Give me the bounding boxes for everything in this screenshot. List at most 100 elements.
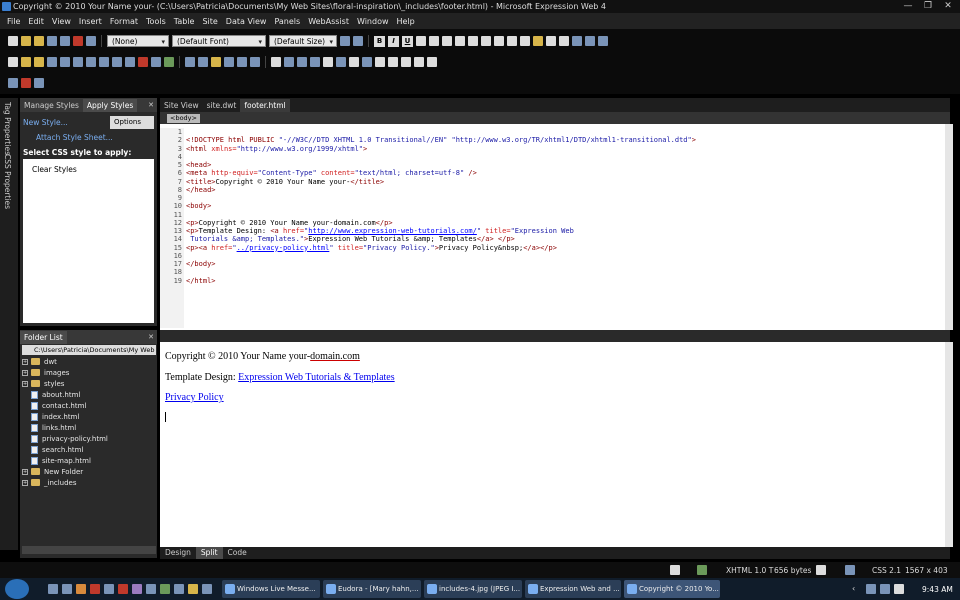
insert-picture-icon[interactable] [572, 36, 582, 46]
clock[interactable]: 9:43 AM [922, 585, 953, 594]
tab-design[interactable]: Design [160, 547, 196, 559]
menu-view[interactable]: View [48, 17, 75, 26]
quicklaunch-icon[interactable] [146, 584, 156, 594]
redo-icon[interactable] [250, 57, 260, 67]
menu-insert[interactable]: Insert [75, 17, 106, 26]
file-item[interactable]: site-map.html [22, 455, 156, 466]
body-tag-selector[interactable]: <body> [167, 114, 200, 123]
css-properties-tab[interactable]: CSS Properties [3, 154, 12, 209]
quicklaunch-icon[interactable] [188, 584, 198, 594]
folder-list-icon[interactable] [284, 57, 294, 67]
italic-button[interactable]: I [388, 35, 399, 47]
undo-icon[interactable] [237, 57, 247, 67]
folder-item[interactable]: + _includes [22, 477, 156, 488]
insert-table-icon[interactable] [559, 36, 569, 46]
folder-item[interactable]: + styles [22, 378, 156, 389]
style-combo[interactable]: (None) [107, 35, 169, 48]
preview-browser-icon[interactable] [151, 57, 161, 67]
align-center-icon[interactable] [429, 36, 439, 46]
css-version-status[interactable]: CSS 2.1 [872, 566, 901, 575]
code-view[interactable]: 1 2 3 4 5 6 7 8 9 10 11 12 13 14 15 16 17 18 19 <!DOCTYPE … [160, 124, 945, 330]
folder-root[interactable]: C:\Users\Patricia\Documents\My Web Sites [22, 345, 156, 355]
decrease-indent-icon[interactable] [494, 36, 504, 46]
menu-help[interactable]: Help [393, 17, 419, 26]
font-color-icon[interactable] [546, 36, 556, 46]
open-icon[interactable] [21, 57, 31, 67]
page-icon[interactable] [670, 565, 680, 575]
code-text[interactable]: <!DOCTYPE html PUBLIC "-//W3C//DTD XHTML… [186, 128, 946, 310]
quicklaunch-icon[interactable] [48, 584, 58, 594]
tab-manage-styles[interactable]: Manage Styles [20, 99, 83, 112]
taskbar-eudora[interactable]: Eudora - [Mary hahn,... [323, 580, 421, 598]
new-icon[interactable] [8, 57, 18, 67]
options-button[interactable]: Options [110, 116, 154, 129]
quicklaunch-icon[interactable] [104, 584, 114, 594]
format-painter-icon[interactable] [224, 57, 234, 67]
globe-icon[interactable] [112, 57, 122, 67]
clear-icon[interactable] [427, 57, 437, 67]
taskbar-messenger[interactable]: Windows Live Messe... [222, 580, 320, 598]
binoculars-icon[interactable] [73, 57, 83, 67]
sp-icon[interactable] [138, 57, 148, 67]
font-size-combo[interactable]: (Default Size) [269, 35, 337, 48]
webassist-icon[interactable] [34, 78, 44, 88]
quicklaunch-icon[interactable] [90, 584, 100, 594]
numbered-list-icon[interactable] [468, 36, 478, 46]
save-icon[interactable] [60, 57, 70, 67]
menu-window[interactable]: Window [353, 17, 393, 26]
tray-icon[interactable] [880, 584, 890, 594]
maximize-button[interactable]: ❐ [918, 0, 938, 12]
new-style-link[interactable]: New Style... [23, 118, 68, 127]
align-left-icon[interactable] [416, 36, 426, 46]
open-site-icon[interactable] [34, 57, 44, 67]
quicklaunch-icon[interactable] [160, 584, 170, 594]
save-icon[interactable] [47, 36, 57, 46]
layers-icon[interactable] [297, 57, 307, 67]
menu-edit[interactable]: Edit [24, 17, 48, 26]
visual-aids-icon[interactable] [816, 565, 826, 575]
reduce-icon[interactable] [414, 57, 424, 67]
file-item[interactable]: index.html [22, 411, 156, 422]
quicklaunch-icon[interactable] [132, 584, 142, 594]
spelling-icon[interactable] [164, 57, 174, 67]
bullet-list-icon[interactable] [481, 36, 491, 46]
expression-web-tutorials-link[interactable]: Expression Web Tutorials & Templates [238, 372, 394, 383]
cut-icon[interactable] [185, 57, 195, 67]
publish-icon[interactable] [60, 36, 70, 46]
folder-hscrollbar[interactable] [22, 546, 156, 554]
design-vscrollbar[interactable] [945, 342, 953, 547]
close-window-button[interactable]: ✕ [938, 0, 958, 12]
quicklaunch-icon[interactable] [118, 584, 128, 594]
folder-item[interactable]: + dwt [22, 356, 156, 367]
snippet-icon[interactable] [8, 78, 18, 88]
tray-chevron-icon[interactable]: ‹ [852, 584, 855, 593]
split-divider[interactable] [160, 330, 950, 342]
quicklaunch-icon[interactable] [76, 584, 86, 594]
clear-styles-item[interactable]: Clear Styles [32, 165, 77, 174]
quicklaunch-icon[interactable] [62, 584, 72, 594]
new-page-icon[interactable] [8, 36, 18, 46]
tray-icon[interactable] [866, 584, 876, 594]
align-right-icon[interactable] [442, 36, 452, 46]
taskbar-expression-web-doc[interactable]: Expression Web and ... [525, 580, 621, 598]
quicklaunch-icon[interactable] [174, 584, 184, 594]
justify-icon[interactable] [455, 36, 465, 46]
comment-icon[interactable] [401, 57, 411, 67]
bold-button[interactable]: B [374, 35, 385, 47]
folder-item[interactable]: + New Folder [22, 466, 156, 477]
underline-button[interactable]: U [402, 35, 413, 47]
file-item[interactable]: contact.html [22, 400, 156, 411]
open-folder-icon[interactable] [21, 36, 31, 46]
tab-site-view[interactable]: Site View [160, 99, 203, 112]
file-item[interactable]: search.html [22, 444, 156, 455]
menu-site[interactable]: Site [198, 17, 221, 26]
menu-table[interactable]: Table [170, 17, 199, 26]
taskbar-image-viewer[interactable]: includes-4.jpg (JPEG I... [424, 580, 522, 598]
close-site-icon[interactable] [47, 57, 57, 67]
increase-indent-icon[interactable] [507, 36, 517, 46]
paste-icon[interactable] [211, 57, 221, 67]
help-icon[interactable] [362, 57, 372, 67]
file-item[interactable]: links.html [22, 422, 156, 433]
tray-volume-icon[interactable] [894, 584, 904, 594]
toolbox-icon[interactable] [310, 57, 320, 67]
